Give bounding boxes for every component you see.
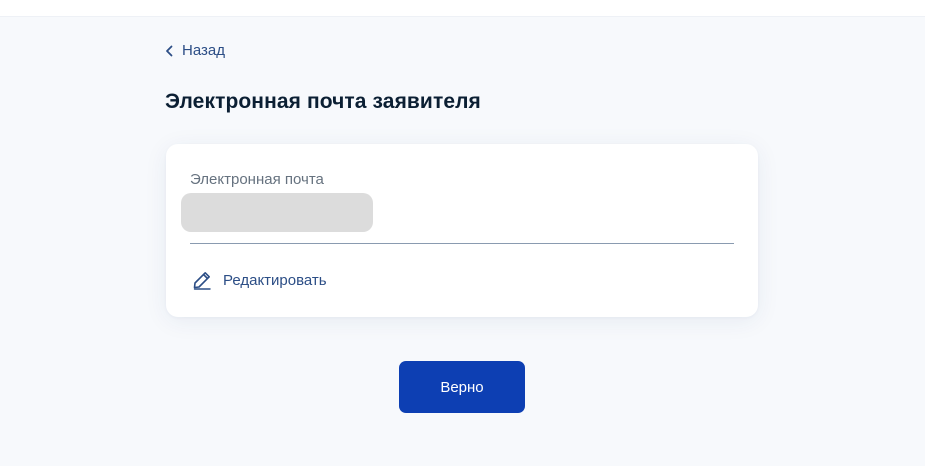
chevron-left-icon xyxy=(166,45,173,56)
confirm-button[interactable]: Верно xyxy=(399,361,525,413)
email-card: Электронная почта Редактировать xyxy=(166,144,758,317)
page-title: Электронная почта заявителя xyxy=(165,90,481,113)
pencil-icon xyxy=(193,272,211,290)
email-field-divider xyxy=(190,243,734,244)
back-link-label: Назад xyxy=(182,42,225,59)
edit-email-link[interactable]: Редактировать xyxy=(192,270,327,290)
email-field-label: Электронная почта xyxy=(190,171,324,188)
back-link[interactable]: Назад xyxy=(165,42,225,59)
email-field-value-redacted xyxy=(181,193,373,232)
top-bar xyxy=(0,0,925,17)
edit-email-label: Редактировать xyxy=(223,271,327,289)
